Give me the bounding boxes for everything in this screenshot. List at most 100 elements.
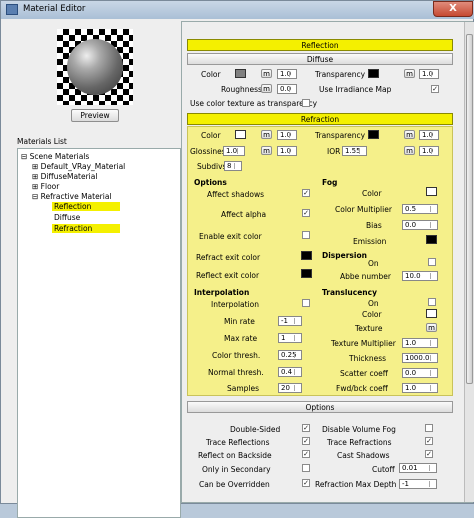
thickness-value[interactable]: 1000.0: [402, 353, 438, 363]
reflect-exit-color-swatch[interactable]: [301, 269, 312, 278]
max-rate-value[interactable]: 1: [278, 333, 302, 343]
fog-color-label: Color: [362, 189, 382, 198]
fwd-bck-coeff-label: Fwd/bck coeff: [336, 384, 388, 393]
scrollbar-thumb[interactable]: [466, 34, 473, 384]
subdivs-value[interactable]: 8: [224, 161, 242, 171]
can-be-overridden-checkbox[interactable]: ✓: [302, 479, 310, 487]
glossiness-multiplier[interactable]: 1.0: [277, 146, 297, 156]
diffuse-transparency-map-button[interactable]: m: [404, 69, 415, 78]
roughness-value[interactable]: 0.0: [277, 84, 297, 94]
materials-tree[interactable]: ⊟ Scene Materials ⊞ Default_VRay_Materia…: [17, 148, 181, 518]
subdivs-label: Subdivs: [197, 162, 227, 171]
refr-transparency-swatch[interactable]: [368, 130, 379, 139]
close-button[interactable]: X: [433, 1, 473, 17]
trace-reflections-checkbox[interactable]: ✓: [302, 437, 310, 445]
diffuse-color-swatch[interactable]: [235, 69, 246, 78]
abbe-number-value[interactable]: 10.0: [402, 271, 438, 281]
fog-color-swatch[interactable]: [426, 187, 437, 196]
texture-multiplier-label: Texture Multiplier: [331, 339, 396, 348]
refr-transparency-value[interactable]: 1.0: [419, 130, 439, 140]
tree-item-reflection[interactable]: Reflection: [52, 202, 120, 211]
affect-shadows-checkbox[interactable]: ✓: [302, 189, 310, 197]
refr-color-value[interactable]: 1.0: [277, 130, 297, 140]
trace-refractions-checkbox[interactable]: ✓: [425, 437, 433, 445]
fog-bias-label: Bias: [366, 221, 382, 230]
tree-item-refraction[interactable]: Refraction: [52, 224, 120, 233]
fwd-bck-coeff-value[interactable]: 1.0: [402, 383, 438, 393]
reflection-header[interactable]: Reflection: [187, 39, 453, 51]
double-sided-label: Double-Sided: [230, 425, 281, 434]
affect-alpha-checkbox[interactable]: ✓: [302, 209, 310, 217]
refraction-max-depth-value[interactable]: -1: [399, 479, 437, 489]
cutoff-value[interactable]: 0.01: [399, 463, 437, 473]
preview-button[interactable]: Preview: [71, 109, 119, 122]
dispersion-on-checkbox[interactable]: [428, 258, 436, 266]
diffuse-color-value[interactable]: 1.0: [277, 69, 297, 79]
title-bar[interactable]: Material Editor X: [1, 1, 474, 19]
window-title: Material Editor: [23, 4, 86, 14]
translucency-on-checkbox[interactable]: [428, 298, 436, 306]
fog-multiplier-label: Color Multiplier: [335, 205, 392, 214]
refr-transparency-map-button[interactable]: m: [404, 130, 415, 139]
refraction-max-depth-label: Refraction Max Depth: [315, 480, 397, 489]
interpolation-checkbox[interactable]: [302, 299, 310, 307]
color-texture-transparency-checkbox[interactable]: [302, 99, 310, 107]
thickness-label: Thickness: [349, 354, 387, 363]
ior-multiplier[interactable]: 1.0: [419, 146, 439, 156]
irradiance-map-label: Use Irradiance Map: [319, 85, 392, 94]
diffuse-header[interactable]: Diffuse: [187, 53, 453, 65]
fog-emission-swatch[interactable]: [426, 235, 437, 244]
abbe-number-label: Abbe number: [340, 272, 391, 281]
tree-item-diffusematerial[interactable]: ⊞ DiffuseMaterial: [32, 172, 97, 181]
scatter-coeff-value[interactable]: 0.0: [402, 368, 438, 378]
diffuse-transparency-swatch[interactable]: [368, 69, 379, 78]
normal-thresh-value[interactable]: 0.4: [278, 367, 302, 377]
min-rate-value[interactable]: -1: [278, 316, 302, 326]
options-header[interactable]: Options: [187, 401, 453, 413]
translucency-color-label: Color: [362, 310, 382, 319]
glossiness-map-button[interactable]: m: [261, 146, 272, 155]
fog-bias-value[interactable]: 0.0: [402, 220, 438, 230]
refr-color-map-button[interactable]: m: [261, 130, 272, 139]
diffuse-color-map-button[interactable]: m: [261, 69, 272, 78]
color-thresh-value[interactable]: 0.25: [278, 350, 302, 360]
refr-options-title: Options: [194, 178, 227, 187]
interpolation-title: Interpolation: [194, 288, 250, 297]
tree-item-default-vray[interactable]: ⊞ Default_VRay_Material: [32, 162, 125, 171]
refr-color-swatch[interactable]: [235, 130, 246, 139]
ior-value[interactable]: 1.55: [342, 146, 367, 156]
tree-item-diffuse[interactable]: Diffuse: [52, 213, 80, 222]
diffuse-transparency-value[interactable]: 1.0: [419, 69, 439, 79]
irradiance-map-checkbox[interactable]: ✓: [431, 85, 439, 93]
color-texture-transparency-label: Use color texture as transparency: [190, 99, 318, 108]
glossiness-value[interactable]: 1.0: [223, 146, 245, 156]
disable-volume-fog-checkbox[interactable]: [425, 424, 433, 432]
reflect-on-backside-checkbox[interactable]: ✓: [302, 450, 310, 458]
tree-item-scene-materials[interactable]: ⊟ Scene Materials: [21, 152, 89, 161]
refraction-header[interactable]: Refraction: [187, 113, 453, 125]
cast-shadows-checkbox[interactable]: ✓: [425, 450, 433, 458]
tree-item-label: Floor: [40, 182, 60, 191]
affect-alpha-label: Affect alpha: [221, 210, 267, 219]
translucency-title: Translucency: [322, 288, 377, 297]
reflect-exit-color-label: Reflect exit color: [196, 271, 260, 280]
vertical-scrollbar[interactable]: [464, 22, 474, 502]
only-in-secondary-checkbox[interactable]: [302, 464, 310, 472]
only-in-secondary-label: Only in Secondary: [202, 465, 271, 474]
color-thresh-label: Color thresh.: [212, 351, 261, 360]
tree-item-label: Default_VRay_Material: [40, 162, 126, 171]
translucency-color-swatch[interactable]: [426, 309, 437, 318]
normal-thresh-label: Normal thresh.: [208, 368, 264, 377]
tree-item-floor[interactable]: ⊞ Floor: [32, 182, 59, 191]
texture-multiplier-value[interactable]: 1.0: [402, 338, 438, 348]
ior-map-button[interactable]: m: [404, 146, 415, 155]
fog-multiplier-value[interactable]: 0.5: [402, 204, 438, 214]
double-sided-checkbox[interactable]: ✓: [302, 424, 310, 432]
app-icon: [6, 4, 18, 15]
samples-value[interactable]: 20: [278, 383, 302, 393]
roughness-map-button[interactable]: m: [261, 84, 272, 93]
enable-exit-color-checkbox[interactable]: [302, 231, 310, 239]
refract-exit-color-swatch[interactable]: [301, 251, 312, 260]
tree-item-refractive-material[interactable]: ⊟ Refractive Material: [32, 192, 112, 201]
texture-map-button[interactable]: m: [426, 323, 437, 332]
